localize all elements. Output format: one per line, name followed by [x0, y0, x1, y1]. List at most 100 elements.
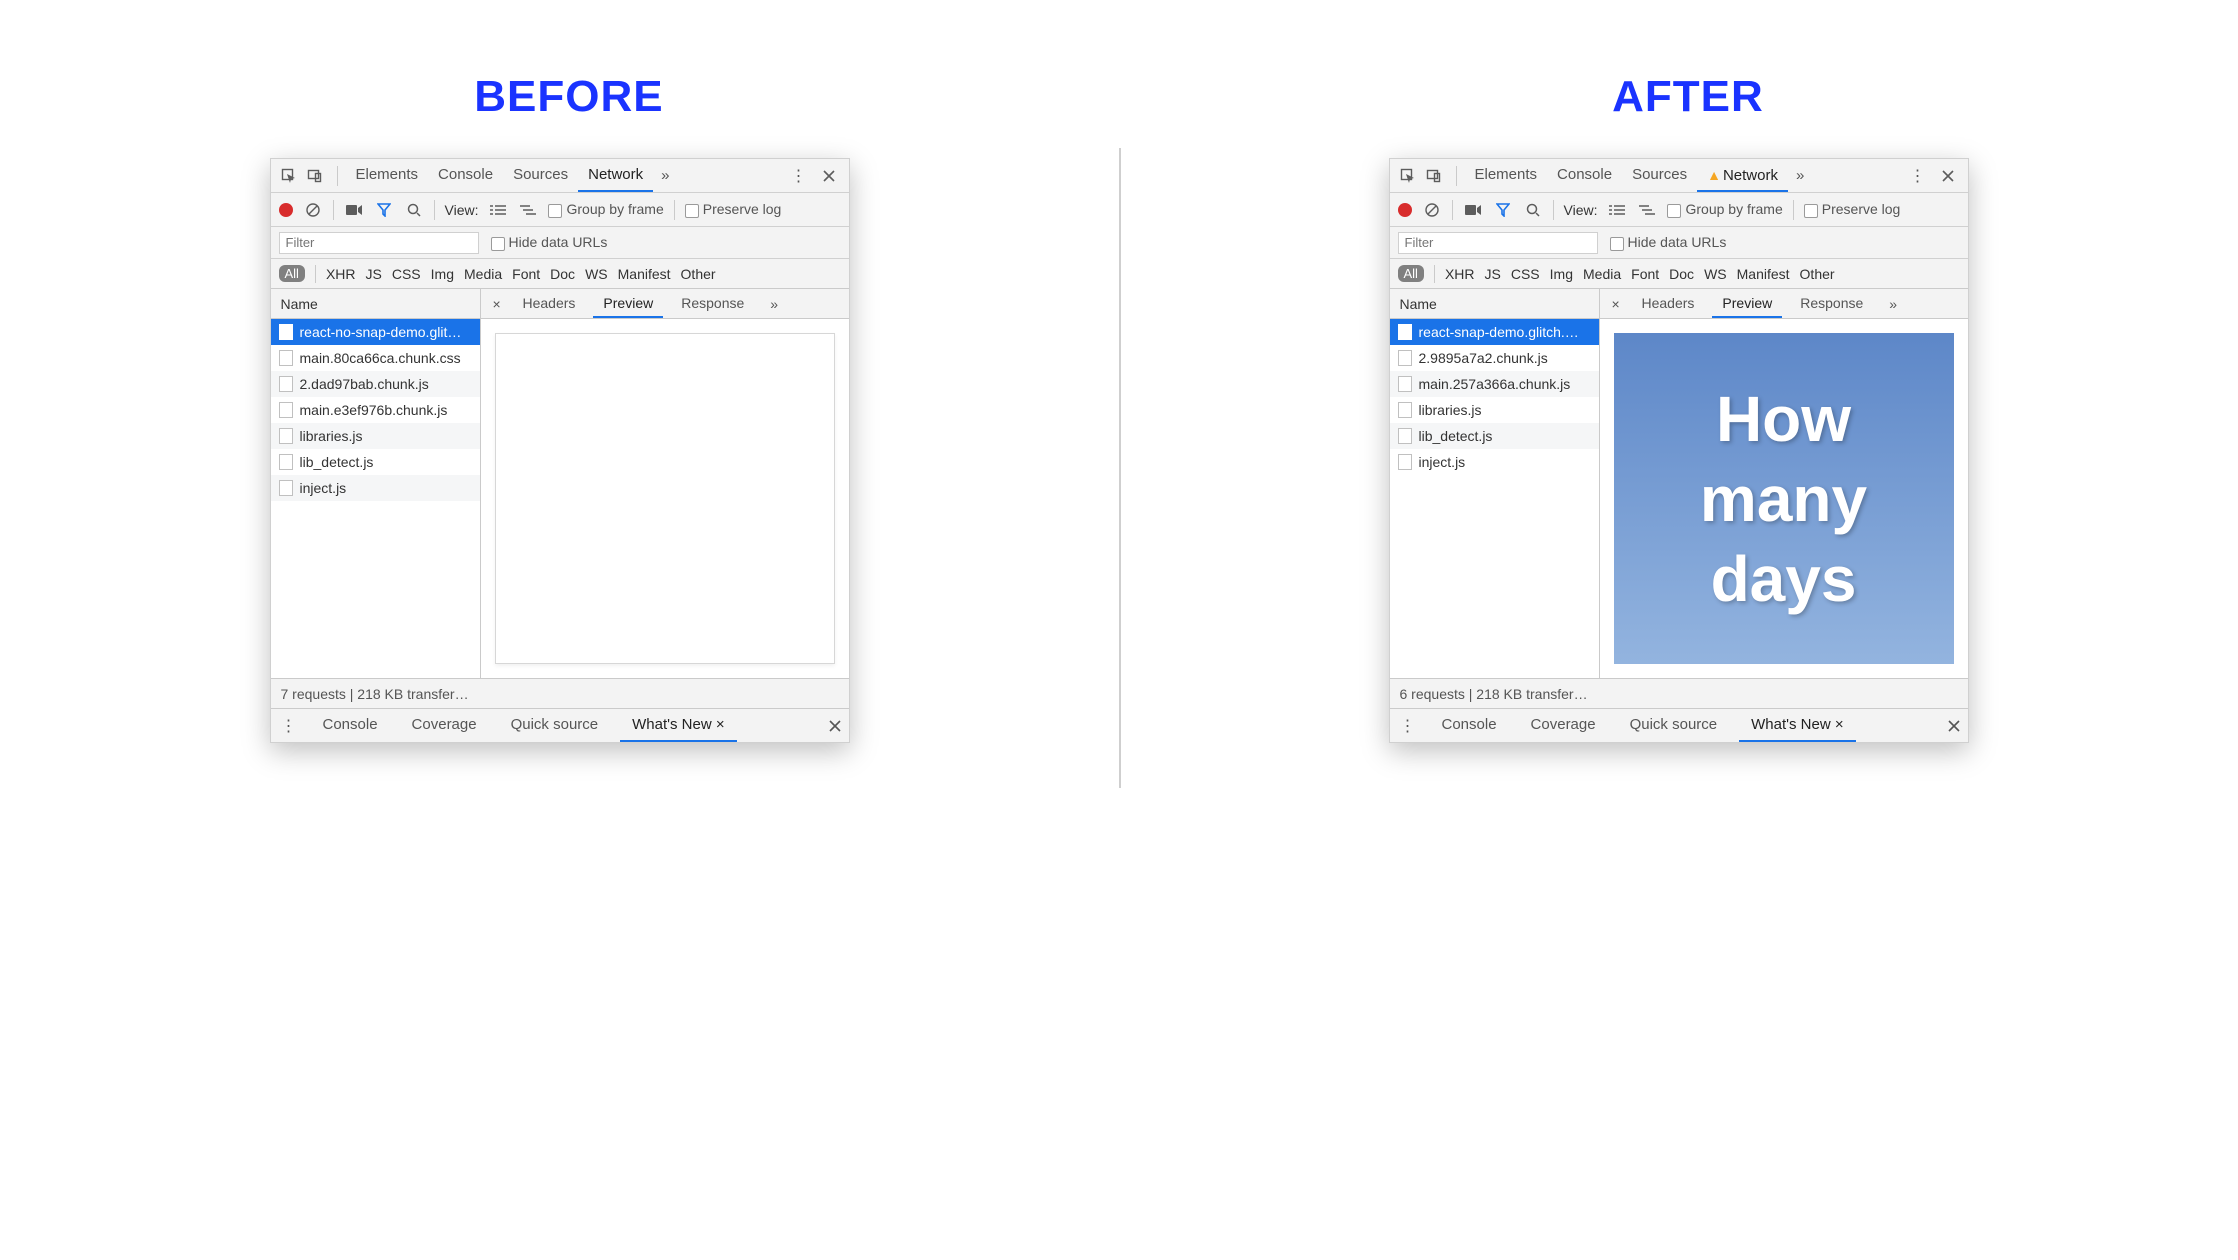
filter-all[interactable]: All	[279, 265, 305, 282]
request-row[interactable]: main.e3ef976b.chunk.js	[271, 397, 480, 423]
request-list[interactable]: react-no-snap-demo.glit… main.80ca66ca.c…	[271, 319, 481, 678]
request-list[interactable]: react-snap-demo.glitch.… 2.9895a7a2.chun…	[1390, 319, 1600, 678]
drawer-quick-source[interactable]: Quick source	[499, 709, 611, 742]
clear-icon[interactable]	[1422, 200, 1442, 220]
filter-manifest[interactable]: Manifest	[618, 266, 671, 282]
tab-elements[interactable]: Elements	[1465, 159, 1548, 192]
filter-xhr[interactable]: XHR	[1445, 266, 1475, 282]
group-by-frame-checkbox[interactable]: Group by frame	[1667, 201, 1782, 217]
filter-xhr[interactable]: XHR	[326, 266, 356, 282]
name-column-header[interactable]: Name	[1390, 289, 1600, 318]
close-drawer-icon[interactable]	[829, 720, 841, 732]
subtab-headers[interactable]: Headers	[513, 289, 586, 318]
request-row[interactable]: react-no-snap-demo.glit…	[271, 319, 480, 345]
close-detail-icon[interactable]: ×	[487, 296, 505, 312]
subtab-response[interactable]: Response	[1790, 289, 1873, 318]
tab-console[interactable]: Console	[428, 159, 503, 192]
request-row[interactable]: lib_detect.js	[271, 449, 480, 475]
drawer-menu-icon[interactable]: ⋮	[1398, 716, 1418, 736]
record-button[interactable]	[279, 203, 293, 217]
menu-icon[interactable]: ⋮	[1908, 166, 1928, 186]
inspect-icon[interactable]	[1396, 165, 1420, 187]
close-devtools-icon[interactable]	[1936, 165, 1960, 187]
drawer-whats-new[interactable]: What's New ×	[1739, 709, 1856, 742]
filter-ws[interactable]: WS	[1704, 266, 1727, 282]
filter-icon[interactable]	[374, 200, 394, 220]
filter-input[interactable]	[1398, 232, 1598, 254]
drawer-menu-icon[interactable]: ⋮	[279, 716, 299, 736]
drawer-console[interactable]: Console	[311, 709, 390, 742]
request-row[interactable]: main.257a366a.chunk.js	[1390, 371, 1599, 397]
device-toggle-icon[interactable]	[303, 165, 327, 187]
request-row[interactable]: main.80ca66ca.chunk.css	[271, 345, 480, 371]
filter-media[interactable]: Media	[1583, 266, 1621, 282]
tab-network[interactable]: Network	[578, 159, 653, 192]
drawer-coverage[interactable]: Coverage	[1519, 709, 1608, 742]
drawer-coverage[interactable]: Coverage	[400, 709, 489, 742]
close-drawer-icon[interactable]	[1948, 720, 1960, 732]
drawer-whats-new[interactable]: What's New ×	[620, 709, 737, 742]
request-row[interactable]: lib_detect.js	[1390, 423, 1599, 449]
filter-font[interactable]: Font	[1631, 266, 1659, 282]
preserve-log-checkbox[interactable]: Preserve log	[1804, 201, 1901, 217]
request-row[interactable]: inject.js	[1390, 449, 1599, 475]
more-subtabs-icon[interactable]: »	[1881, 296, 1905, 312]
more-subtabs-icon[interactable]: »	[762, 296, 786, 312]
filter-img[interactable]: Img	[1550, 266, 1573, 282]
filter-other[interactable]: Other	[681, 266, 716, 282]
request-row[interactable]: libraries.js	[1390, 397, 1599, 423]
filter-media[interactable]: Media	[464, 266, 502, 282]
filter-input[interactable]	[279, 232, 479, 254]
device-toggle-icon[interactable]	[1422, 165, 1446, 187]
request-row[interactable]: react-snap-demo.glitch.…	[1390, 319, 1599, 345]
request-row[interactable]: 2.9895a7a2.chunk.js	[1390, 345, 1599, 371]
tab-sources[interactable]: Sources	[1622, 159, 1697, 192]
tab-console[interactable]: Console	[1547, 159, 1622, 192]
drawer-console[interactable]: Console	[1430, 709, 1509, 742]
filter-manifest[interactable]: Manifest	[1737, 266, 1790, 282]
more-tabs-icon[interactable]: »	[1788, 167, 1812, 184]
filter-js[interactable]: JS	[366, 266, 382, 282]
request-row[interactable]: inject.js	[271, 475, 480, 501]
subtab-headers[interactable]: Headers	[1632, 289, 1705, 318]
large-rows-icon[interactable]	[488, 200, 508, 220]
filter-js[interactable]: JS	[1485, 266, 1501, 282]
preserve-log-checkbox[interactable]: Preserve log	[685, 201, 782, 217]
record-button[interactable]	[1398, 203, 1412, 217]
search-icon[interactable]	[1523, 200, 1543, 220]
filter-other[interactable]: Other	[1800, 266, 1835, 282]
name-column-header[interactable]: Name	[271, 289, 481, 318]
drawer-quick-source[interactable]: Quick source	[1618, 709, 1730, 742]
menu-icon[interactable]: ⋮	[789, 166, 809, 186]
subtab-preview[interactable]: Preview	[593, 289, 663, 318]
close-tab-icon[interactable]: ×	[716, 716, 725, 733]
filter-icon[interactable]	[1493, 200, 1513, 220]
filter-ws[interactable]: WS	[585, 266, 608, 282]
large-rows-icon[interactable]	[1607, 200, 1627, 220]
more-tabs-icon[interactable]: »	[653, 167, 677, 184]
group-by-frame-checkbox[interactable]: Group by frame	[548, 201, 663, 217]
waterfall-icon[interactable]	[1637, 200, 1657, 220]
camera-icon[interactable]	[1463, 200, 1483, 220]
tab-network[interactable]: ▲Network	[1697, 159, 1788, 192]
filter-css[interactable]: CSS	[392, 266, 421, 282]
filter-all[interactable]: All	[1398, 265, 1424, 282]
close-tab-icon[interactable]: ×	[1835, 716, 1844, 733]
hide-data-urls-checkbox[interactable]: Hide data URLs	[491, 234, 608, 250]
search-icon[interactable]	[404, 200, 424, 220]
tab-elements[interactable]: Elements	[346, 159, 429, 192]
subtab-preview[interactable]: Preview	[1712, 289, 1782, 318]
request-row[interactable]: 2.dad97bab.chunk.js	[271, 371, 480, 397]
filter-doc[interactable]: Doc	[550, 266, 575, 282]
filter-img[interactable]: Img	[431, 266, 454, 282]
clear-icon[interactable]	[303, 200, 323, 220]
request-row[interactable]: libraries.js	[271, 423, 480, 449]
subtab-response[interactable]: Response	[671, 289, 754, 318]
hide-data-urls-checkbox[interactable]: Hide data URLs	[1610, 234, 1727, 250]
close-detail-icon[interactable]: ×	[1606, 296, 1624, 312]
close-devtools-icon[interactable]	[817, 165, 841, 187]
filter-font[interactable]: Font	[512, 266, 540, 282]
tab-sources[interactable]: Sources	[503, 159, 578, 192]
camera-icon[interactable]	[344, 200, 364, 220]
waterfall-icon[interactable]	[518, 200, 538, 220]
